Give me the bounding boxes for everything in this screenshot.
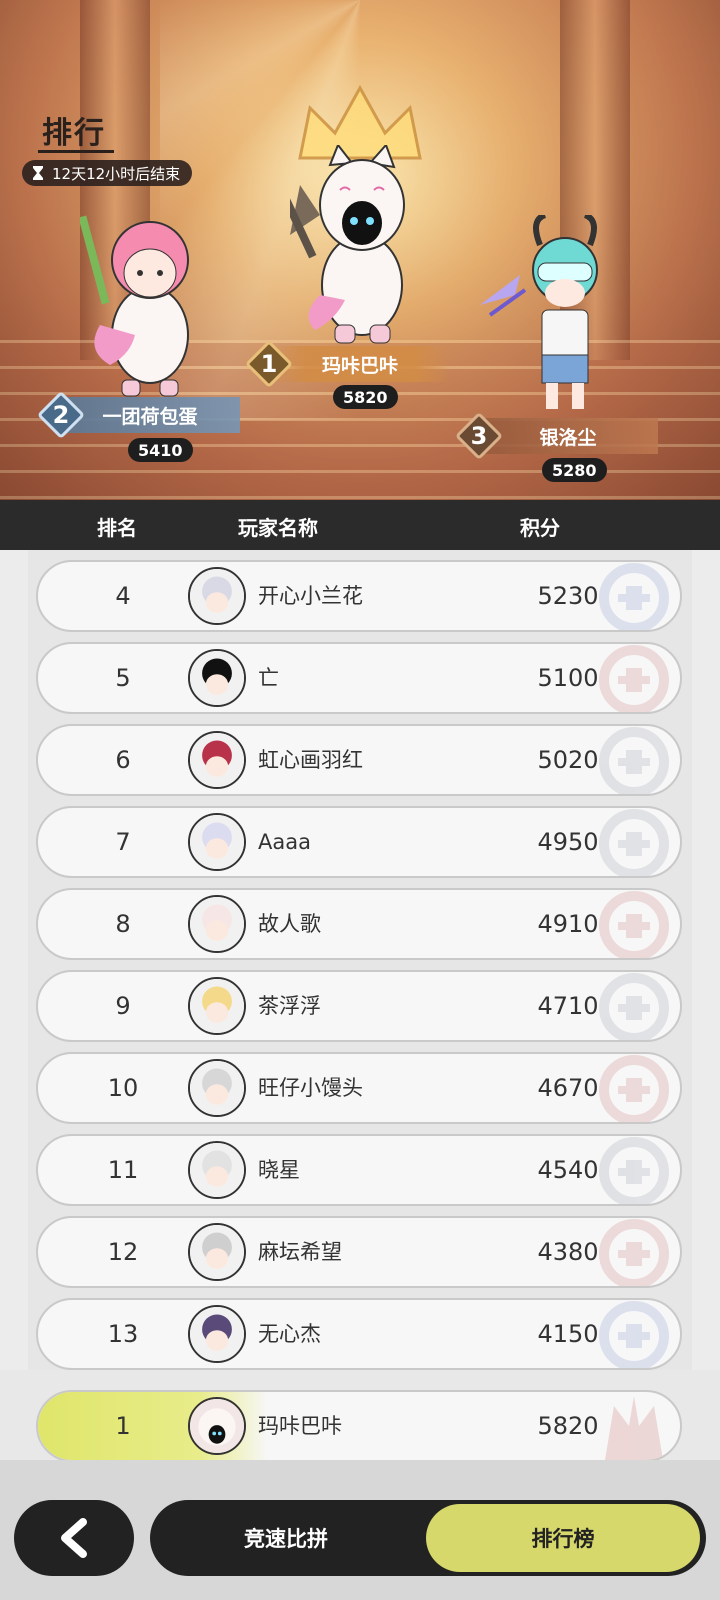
- row-rank: 4: [115, 582, 131, 610]
- back-button[interactable]: [14, 1500, 134, 1576]
- row-player-name: 亡: [258, 666, 279, 690]
- row-rank: 9: [115, 992, 131, 1020]
- leaderboard-header: 排名 玩家名称 积分: [0, 500, 720, 550]
- row-player-name: 开心小兰花: [258, 584, 363, 608]
- avatar: [188, 1305, 246, 1363]
- row-rank: 8: [115, 910, 131, 938]
- third-place-character[interactable]: [480, 215, 620, 415]
- avatar: [188, 895, 246, 953]
- row-rank: 13: [107, 1320, 139, 1348]
- row-score: 5020: [537, 746, 599, 774]
- rank-3-medal: 3: [454, 411, 504, 461]
- row-player-name: 麻坛希望: [258, 1240, 342, 1264]
- title-underline: [38, 150, 114, 153]
- row-player-name: Aaaa: [258, 830, 311, 854]
- rank-1-medal: 1: [244, 339, 294, 389]
- avatar: [188, 1223, 246, 1281]
- table-row[interactable]: 7 Aaaa 4950: [36, 806, 682, 878]
- table-row[interactable]: 12 麻坛希望 4380: [36, 1216, 682, 1288]
- avatar: [188, 1141, 246, 1199]
- row-player-name: 故人歌: [258, 912, 321, 936]
- row-rank: 7: [115, 828, 131, 856]
- my-score: 5820: [537, 1412, 599, 1440]
- tab-race[interactable]: 竞速比拼: [156, 1504, 416, 1572]
- row-score: 4710: [537, 992, 599, 1020]
- leaderboard-list[interactable]: 4 开心小兰花 5230 5 亡 5100 6 虹心画羽红 5020 7 Aaaa 4950 8 故人歌 4…: [0, 550, 720, 1370]
- avatar: [188, 1397, 246, 1455]
- row-player-name: 茶浮浮: [258, 994, 321, 1018]
- row-score: 4950: [537, 828, 599, 856]
- event-timer: 12天12小时后结束: [22, 160, 193, 186]
- second-place-score: 5410: [128, 438, 193, 462]
- my-name: 玛咔巴咔: [258, 1414, 342, 1438]
- row-rank: 12: [107, 1238, 139, 1266]
- header-rank: 排名: [97, 516, 137, 540]
- row-rank: 10: [107, 1074, 139, 1102]
- table-row[interactable]: 11 晓星 4540: [36, 1134, 682, 1206]
- second-place-character[interactable]: [80, 205, 210, 400]
- hourglass-icon: [33, 166, 43, 180]
- row-score: 4150: [537, 1320, 599, 1348]
- table-row[interactable]: 8 故人歌 4910: [36, 888, 682, 960]
- table-row[interactable]: 9 茶浮浮 4710: [36, 970, 682, 1042]
- third-place-name: 银洛尘: [478, 418, 658, 454]
- row-player-name: 无心杰: [258, 1322, 321, 1346]
- avatar: [188, 977, 246, 1035]
- table-row[interactable]: 5 亡 5100: [36, 642, 682, 714]
- tab-leaderboard[interactable]: 排行榜: [426, 1504, 700, 1572]
- row-player-name: 虹心画羽红: [258, 748, 363, 772]
- row-player-name: 晓星: [258, 1158, 300, 1182]
- podium-hero: 排行 12天12小时后结束 玛咔巴咔 1 5820 一团荷包蛋 2 5410 银…: [0, 0, 720, 500]
- row-player-name: 旺仔小馒头: [258, 1076, 363, 1100]
- avatar: [188, 1059, 246, 1117]
- my-rank: 1: [115, 1412, 131, 1440]
- table-row[interactable]: 6 虹心画羽红 5020: [36, 724, 682, 796]
- row-score: 5230: [537, 582, 599, 610]
- avatar: [188, 731, 246, 789]
- table-row[interactable]: 13 无心杰 4150: [36, 1298, 682, 1370]
- tab-switcher: 竞速比拼 排行榜: [150, 1500, 706, 1576]
- row-rank: 11: [107, 1156, 139, 1184]
- rank-2-medal: 2: [36, 390, 86, 440]
- first-place-name: 玛咔巴咔: [270, 346, 450, 382]
- my-rank-row[interactable]: 1 玛咔巴咔 5820: [36, 1390, 682, 1462]
- second-place-name: 一团荷包蛋: [60, 397, 240, 433]
- third-place-score: 5280: [542, 458, 607, 482]
- avatar: [188, 813, 246, 871]
- first-place-score: 5820: [333, 385, 398, 409]
- header-player-name: 玩家名称: [238, 516, 318, 540]
- first-place-character[interactable]: [290, 145, 420, 345]
- header-score: 积分: [520, 516, 560, 540]
- row-rank: 5: [115, 664, 131, 692]
- row-score: 4380: [537, 1238, 599, 1266]
- avatar: [188, 649, 246, 707]
- back-arrow-icon: [61, 1518, 87, 1558]
- row-score: 4910: [537, 910, 599, 938]
- avatar: [188, 567, 246, 625]
- page-title: 排行: [42, 116, 106, 151]
- row-score: 4540: [537, 1156, 599, 1184]
- row-score: 4670: [537, 1074, 599, 1102]
- timer-text: 12天12小时后结束: [52, 164, 181, 183]
- row-score: 5100: [537, 664, 599, 692]
- table-row[interactable]: 4 开心小兰花 5230: [36, 560, 682, 632]
- table-row[interactable]: 10 旺仔小馒头 4670: [36, 1052, 682, 1124]
- row-rank: 6: [115, 746, 131, 774]
